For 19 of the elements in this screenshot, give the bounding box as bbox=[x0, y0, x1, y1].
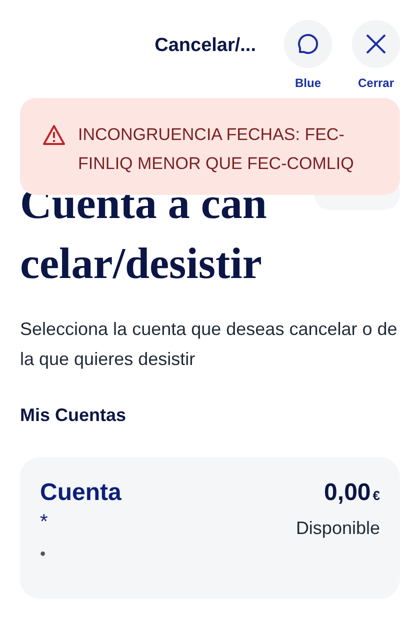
balance-label: Disponible bbox=[296, 517, 380, 540]
action-label: Cerrar bbox=[358, 75, 394, 92]
chat-button[interactable] bbox=[284, 20, 332, 68]
page-title: Cuenta a cancelar/desistir bbox=[20, 178, 268, 290]
close-icon bbox=[364, 32, 388, 56]
account-card[interactable]: Cuenta * • 0,00€ Disponible bbox=[20, 457, 400, 599]
currency-symbol: € bbox=[372, 487, 380, 505]
description: Selecciona la cuenta que deseas cancelar o de la que quieres desistir bbox=[20, 318, 398, 371]
warning-icon bbox=[42, 124, 66, 146]
close-button[interactable] bbox=[352, 20, 400, 68]
account-name: Cuenta bbox=[40, 478, 122, 508]
alert-message: INCONGRUENCIA FECHAS: FEC-FINLIQ MENOR QUE FEC-COMLIQ bbox=[78, 124, 355, 175]
account-holder: • bbox=[40, 545, 47, 565]
account-amount: 0,00 bbox=[324, 478, 371, 508]
action-label: Blue bbox=[294, 75, 321, 92]
account-number: * bbox=[40, 511, 49, 533]
header-title: Cancelar/... bbox=[154, 34, 256, 58]
chat-bubble-icon bbox=[295, 31, 321, 57]
section-heading: Mis Cuentas bbox=[20, 404, 128, 427]
